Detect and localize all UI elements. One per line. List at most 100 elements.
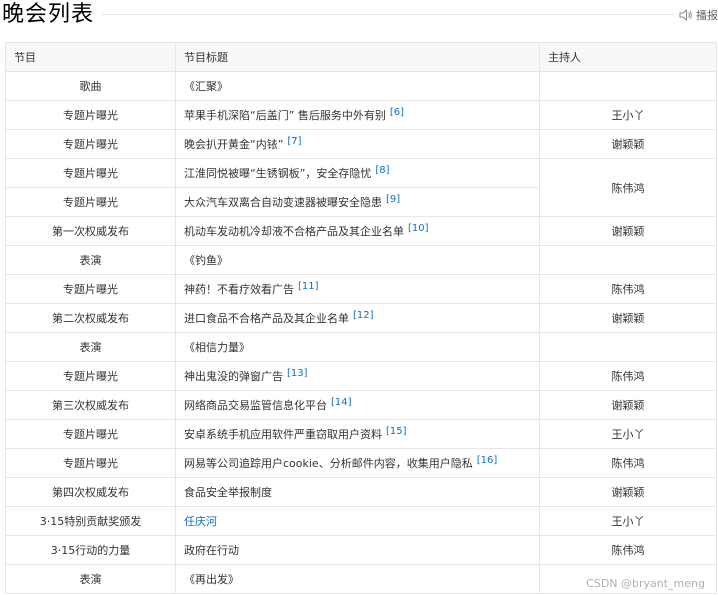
program-type-cell: 表演 bbox=[5, 564, 176, 594]
host-cell: 陈伟鸿 bbox=[539, 448, 717, 478]
program-title-cell: 机动车发动机冷却液不合格产品及其企业名单 [10] bbox=[175, 216, 540, 246]
program-type-cell: 第三次权威发布 bbox=[5, 390, 176, 420]
program-type-cell: 第二次权威发布 bbox=[5, 303, 176, 333]
program-type-cell: 表演 bbox=[5, 332, 176, 362]
reference-link[interactable]: [14] bbox=[331, 397, 352, 408]
table-row: 表演 《钓鱼》 bbox=[5, 245, 717, 275]
program-title-cell: 晚会扒开黄金“内铱” [7] bbox=[175, 129, 540, 159]
program-title-text: 政府在行动 bbox=[184, 544, 239, 557]
program-title-cell: 网易等公司追踪用户cookie、分析邮件内容，收集用户隐私 [16] bbox=[175, 448, 540, 478]
host-cell: 谢颖颖 bbox=[539, 216, 717, 246]
table-row: 歌曲 《汇聚》 bbox=[5, 71, 717, 101]
host-cell: 陈伟鸿 bbox=[539, 158, 717, 217]
program-title-text: 《钓鱼》 bbox=[184, 254, 228, 267]
reference-link[interactable]: [12] bbox=[353, 310, 374, 321]
program-title-cell: 网络商品交易监管信息化平台 [14] bbox=[175, 390, 540, 420]
table-row: 表演 《相信力量》 bbox=[5, 332, 717, 362]
program-type-cell: 专题片曝光 bbox=[5, 158, 176, 188]
program-title-cell: 《再出发》 bbox=[175, 564, 540, 594]
reference-link[interactable]: [7] bbox=[287, 136, 301, 147]
program-title-text: 安卓系统手机应用软件严重窃取用户资料 bbox=[184, 428, 382, 441]
program-title-text: 食品安全举报制度 bbox=[184, 486, 272, 499]
host-cell: 谢颖颖 bbox=[539, 303, 717, 333]
host-cell bbox=[539, 245, 717, 275]
table-row: 专题片曝光 安卓系统手机应用软件严重窃取用户资料 [15] 王小丫 bbox=[5, 419, 717, 449]
program-type-cell: 专题片曝光 bbox=[5, 129, 176, 159]
program-title-cell: 神出鬼没的弹窗广告 [13] bbox=[175, 361, 540, 391]
table-row: 专题片曝光 晚会扒开黄金“内铱” [7] 谢颖颖 bbox=[5, 129, 717, 159]
host-cell bbox=[539, 71, 717, 101]
host-cell: 谢颖颖 bbox=[539, 477, 717, 507]
reference-link[interactable]: [6] bbox=[390, 107, 404, 118]
program-title-cell: 《汇聚》 bbox=[175, 71, 540, 101]
host-cell: 王小丫 bbox=[539, 419, 717, 449]
program-title-text: 《再出发》 bbox=[184, 573, 239, 586]
program-title-text: 《相信力量》 bbox=[184, 341, 250, 354]
table-row: 3·15特别贡献奖颁发 任庆河 王小丫 bbox=[5, 506, 717, 536]
table-body: 歌曲 《汇聚》 专题片曝光 苹果手机深陷“后盖门” 售后服务中外有别 [6] 王小丫 专题片… bbox=[5, 71, 717, 594]
host-cell: 陈伟鸿 bbox=[539, 274, 717, 304]
program-title-cell: 苹果手机深陷“后盖门” 售后服务中外有别 [6] bbox=[175, 100, 540, 130]
program-title-text: 机动车发动机冷却液不合格产品及其企业名单 bbox=[184, 225, 404, 238]
program-title-text: 进口食品不合格产品及其企业名单 bbox=[184, 312, 349, 325]
program-title-cell: 神药！不看疗效看广告 [11] bbox=[175, 274, 540, 304]
reference-link[interactable]: [9] bbox=[386, 194, 400, 205]
column-header-program: 节目 bbox=[5, 42, 176, 72]
program-title-text: 江淮同悦被曝“生锈钢板”，安全存隐忧 bbox=[184, 167, 372, 180]
program-type-cell: 专题片曝光 bbox=[5, 100, 176, 130]
reference-link[interactable]: [16] bbox=[477, 455, 498, 466]
column-header-title: 节目标题 bbox=[175, 42, 540, 72]
reference-link[interactable]: [13] bbox=[287, 368, 308, 379]
program-title-cell: 《相信力量》 bbox=[175, 332, 540, 362]
table-row: 专题片曝光 江淮同悦被曝“生锈钢板”，安全存隐忧 [8] 陈伟鸿 bbox=[5, 158, 717, 217]
table-row: 专题片曝光 网易等公司追踪用户cookie、分析邮件内容，收集用户隐私 [16] 陈伟… bbox=[5, 448, 717, 478]
reference-link[interactable]: [10] bbox=[408, 223, 429, 234]
host-cell: 陈伟鸿 bbox=[539, 535, 717, 565]
program-title-cell: 大众汽车双离合自动变速器被曝安全隐患 [9] bbox=[175, 187, 540, 217]
audio-broadcast-label: 播报 bbox=[696, 9, 718, 22]
host-cell: 陈伟鸿 bbox=[539, 361, 717, 391]
program-type-cell: 专题片曝光 bbox=[5, 187, 176, 217]
reference-link[interactable]: [11] bbox=[298, 281, 319, 292]
audio-broadcast-button[interactable]: 播报 bbox=[679, 7, 718, 23]
program-table: 节目 节目标题 主持人 歌曲 《汇聚》 专题片曝光 苹果手机深陷“后盖门” 售后服务中… bbox=[5, 42, 717, 594]
program-title-text: 《汇聚》 bbox=[184, 80, 228, 93]
reference-link[interactable]: [8] bbox=[375, 165, 389, 176]
program-type-cell: 第一次权威发布 bbox=[5, 216, 176, 246]
watermark: CSDN @bryant_meng bbox=[585, 577, 706, 590]
program-title-text: 苹果手机深陷“后盖门” 售后服务中外有别 bbox=[184, 109, 386, 122]
page-header: 晚会列表 播报 bbox=[0, 0, 718, 32]
awardee-link[interactable]: 任庆河 bbox=[184, 515, 217, 528]
table-row: 3·15行动的力量 政府在行动 陈伟鸿 bbox=[5, 535, 717, 565]
page-title: 晚会列表 bbox=[2, 2, 95, 27]
program-title-cell: 政府在行动 bbox=[175, 535, 540, 565]
program-title-cell: 《钓鱼》 bbox=[175, 245, 540, 275]
host-cell: 王小丫 bbox=[539, 100, 717, 130]
program-type-cell: 专题片曝光 bbox=[5, 448, 176, 478]
host-cell: 王小丫 bbox=[539, 506, 717, 536]
program-title-cell: 进口食品不合格产品及其企业名单 [12] bbox=[175, 303, 540, 333]
program-title-text: 晚会扒开黄金“内铱” bbox=[184, 138, 284, 151]
program-type-cell: 专题片曝光 bbox=[5, 361, 176, 391]
program-title-text: 网易等公司追踪用户cookie、分析邮件内容，收集用户隐私 bbox=[184, 457, 473, 470]
table-row: 第四次权威发布 食品安全举报制度 谢颖颖 bbox=[5, 477, 717, 507]
program-title-cell: 食品安全举报制度 bbox=[175, 477, 540, 507]
title-divider bbox=[102, 14, 674, 15]
reference-link[interactable]: [15] bbox=[386, 426, 407, 437]
program-title-text: 网络商品交易监管信息化平台 bbox=[184, 399, 327, 412]
program-type-cell: 3·15特别贡献奖颁发 bbox=[5, 506, 176, 536]
table-row: 专题片曝光 神药！不看疗效看广告 [11] 陈伟鸿 bbox=[5, 274, 717, 304]
program-title-text: 神出鬼没的弹窗广告 bbox=[184, 370, 283, 383]
program-title-text: 大众汽车双离合自动变速器被曝安全隐患 bbox=[184, 196, 382, 209]
host-cell: 谢颖颖 bbox=[539, 390, 717, 420]
program-title-text: 神药！不看疗效看广告 bbox=[184, 283, 294, 296]
host-cell: 谢颖颖 bbox=[539, 129, 717, 159]
table-row: 第三次权威发布 网络商品交易监管信息化平台 [14] 谢颖颖 bbox=[5, 390, 717, 420]
table-row: 专题片曝光 神出鬼没的弹窗广告 [13] 陈伟鸿 bbox=[5, 361, 717, 391]
program-type-cell: 表演 bbox=[5, 245, 176, 275]
table-row: 第一次权威发布 机动车发动机冷却液不合格产品及其企业名单 [10] 谢颖颖 bbox=[5, 216, 717, 246]
speaker-icon bbox=[679, 9, 693, 21]
table-header-row: 节目 节目标题 主持人 bbox=[5, 42, 717, 72]
host-cell bbox=[539, 332, 717, 362]
program-type-cell: 歌曲 bbox=[5, 71, 176, 101]
